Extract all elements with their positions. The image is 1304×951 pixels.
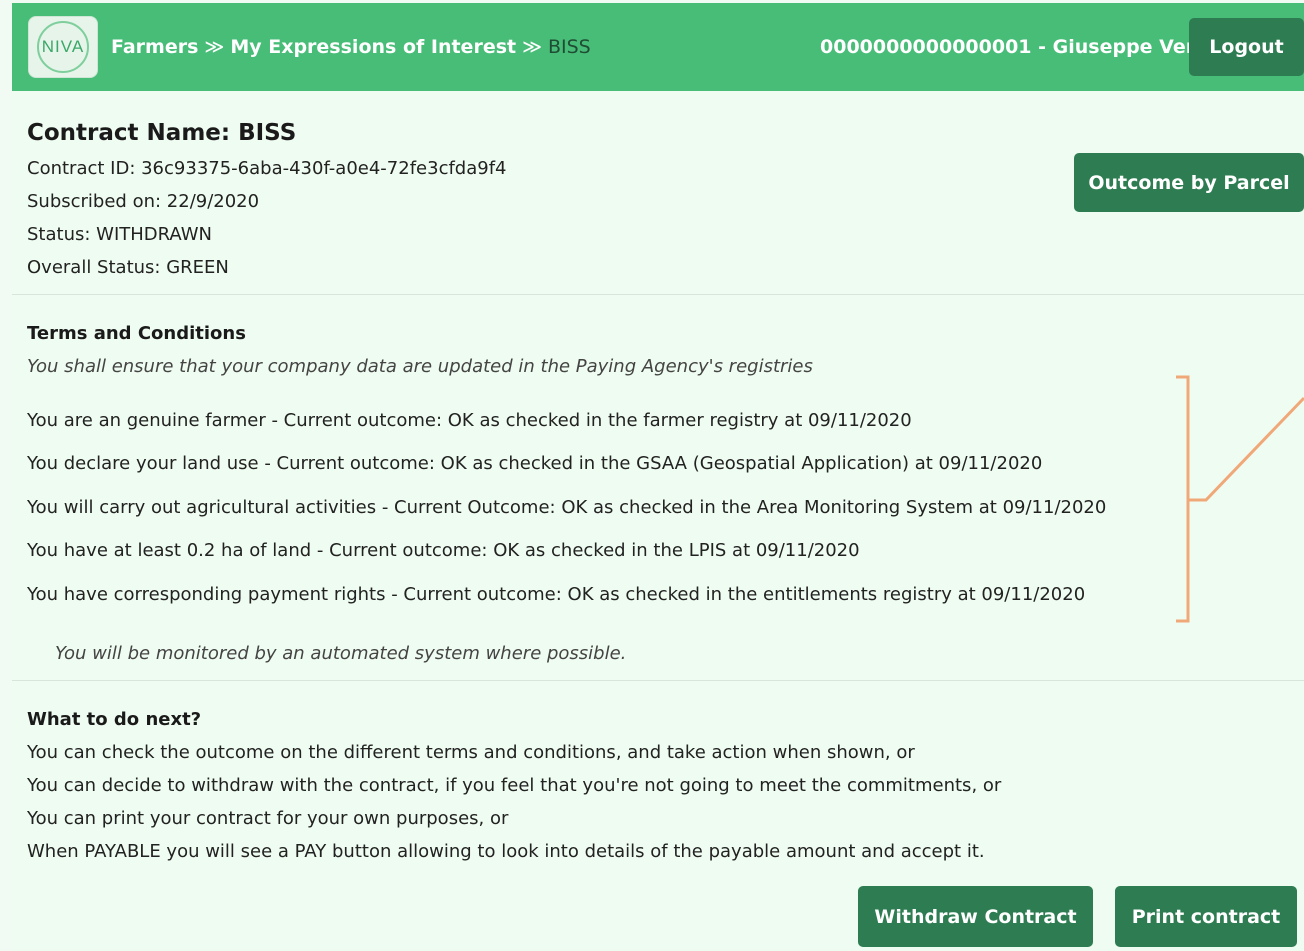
withdraw-contract-button[interactable]: Withdraw Contract xyxy=(858,886,1093,947)
next-steps-heading: What to do next? xyxy=(27,709,202,730)
annotation-pointer-line xyxy=(1188,396,1304,502)
next-step-line: You can check the outcome on the differe… xyxy=(27,742,915,763)
divider xyxy=(12,680,1304,681)
monitoring-note: You will be monitored by an automated sy… xyxy=(55,643,627,664)
next-step-line: You can decide to withdraw with the cont… xyxy=(27,775,1002,796)
page: NIVA Farmers ≫ My Expressions of Interest ≫… xyxy=(12,3,1304,951)
print-contract-button[interactable]: Print contract xyxy=(1115,886,1297,947)
annotation-bracket-shape xyxy=(1176,375,1190,623)
next-step-line: When PAYABLE you will see a PAY button a… xyxy=(27,841,985,862)
next-step-line: You can print your contract for your own… xyxy=(27,808,509,829)
